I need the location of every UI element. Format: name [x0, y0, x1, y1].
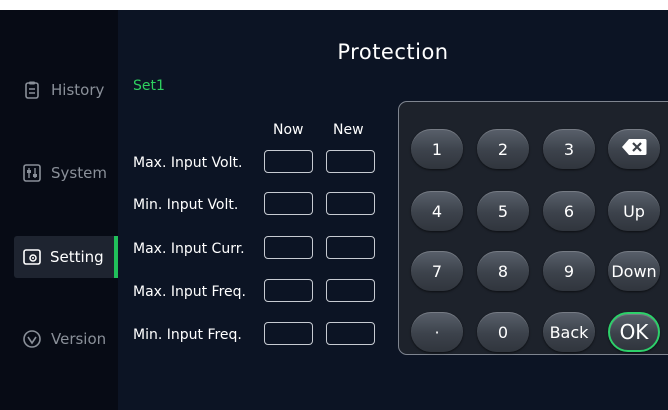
- sidebar: History System Setting Version: [0, 10, 118, 410]
- key-2[interactable]: 2: [477, 129, 529, 169]
- down-key[interactable]: Down: [608, 251, 660, 291]
- max-input-freq-new-field[interactable]: [326, 279, 375, 302]
- check-circle-icon: [22, 329, 42, 349]
- backspace-icon: [621, 138, 647, 160]
- gear-window-icon: [22, 247, 42, 267]
- set-label: Set1: [133, 78, 165, 94]
- numeric-keypad: 1 2 3 4 5 6 Up 7 8 9 Down · 0 Back OK: [398, 101, 668, 355]
- column-now-header: Now: [273, 122, 304, 138]
- key-5[interactable]: 5: [477, 191, 529, 231]
- sliders-icon: [22, 163, 42, 183]
- decimal-point-key[interactable]: ·: [411, 312, 463, 352]
- key-0[interactable]: 0: [477, 312, 529, 352]
- sidebar-item-label: Version: [51, 330, 107, 348]
- ok-key[interactable]: OK: [608, 312, 660, 352]
- row-label-min-input-volt: Min. Input Volt.: [133, 197, 239, 213]
- sidebar-item-setting[interactable]: Setting: [14, 236, 118, 278]
- key-4[interactable]: 4: [411, 191, 463, 231]
- max-input-volt-now-field[interactable]: [264, 150, 313, 173]
- screen: History System Setting Version Protectio…: [0, 10, 668, 410]
- page-title: Protection: [337, 40, 449, 64]
- sidebar-item-label: System: [51, 164, 107, 182]
- key-1[interactable]: 1: [411, 129, 463, 169]
- key-3[interactable]: 3: [543, 129, 595, 169]
- min-input-freq-new-field[interactable]: [326, 322, 375, 345]
- up-key[interactable]: Up: [608, 191, 660, 231]
- min-input-freq-now-field[interactable]: [264, 322, 313, 345]
- sidebar-item-system[interactable]: System: [0, 152, 118, 194]
- sidebar-item-history[interactable]: History: [0, 69, 118, 111]
- max-input-curr-new-field[interactable]: [326, 236, 375, 259]
- back-key[interactable]: Back: [543, 312, 595, 352]
- row-label-max-input-freq: Max. Input Freq.: [133, 284, 246, 300]
- clipboard-icon: [22, 80, 42, 100]
- row-label-max-input-volt: Max. Input Volt.: [133, 155, 243, 171]
- row-label-min-input-freq: Min. Input Freq.: [133, 327, 242, 343]
- sidebar-item-label: History: [51, 81, 105, 99]
- min-input-volt-new-field[interactable]: [326, 192, 375, 215]
- max-input-freq-now-field[interactable]: [264, 279, 313, 302]
- sidebar-item-label: Setting: [50, 248, 104, 266]
- key-9[interactable]: 9: [543, 251, 595, 291]
- key-8[interactable]: 8: [477, 251, 529, 291]
- key-7[interactable]: 7: [411, 251, 463, 291]
- max-input-volt-new-field[interactable]: [326, 150, 375, 173]
- row-label-max-input-curr: Max. Input Curr.: [133, 241, 245, 257]
- column-new-header: New: [333, 122, 364, 138]
- max-input-curr-now-field[interactable]: [264, 236, 313, 259]
- key-6[interactable]: 6: [543, 191, 595, 231]
- sidebar-item-version[interactable]: Version: [0, 318, 118, 360]
- backspace-key[interactable]: [608, 129, 660, 169]
- min-input-volt-now-field[interactable]: [264, 192, 313, 215]
